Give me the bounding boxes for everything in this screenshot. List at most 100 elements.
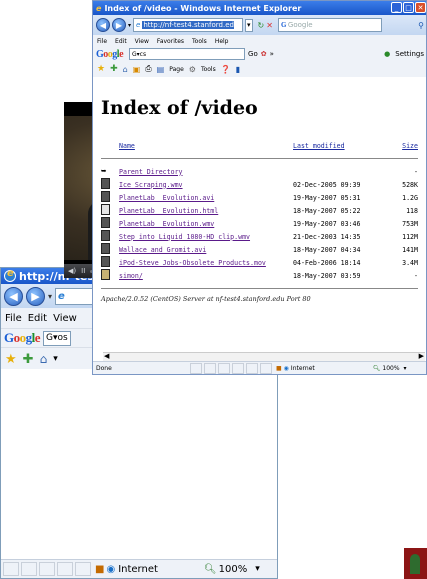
file-icon	[101, 243, 110, 254]
zoom-dropdown-icon[interactable]: ▾	[404, 365, 407, 372]
file-size: 753M	[402, 219, 418, 228]
settings-icon[interactable]: ●	[384, 50, 390, 58]
file-modified: 19-May-2007 03:46	[293, 219, 361, 228]
search-provider-icon: G	[280, 21, 286, 29]
menu-edit[interactable]: Edit	[115, 38, 127, 45]
menu-view[interactable]: View	[53, 313, 77, 324]
divider	[101, 288, 418, 289]
page-menu[interactable]: Page	[169, 66, 184, 73]
back-zoom-level[interactable]: 100%	[219, 564, 248, 575]
menu-tools[interactable]: Tools	[192, 38, 207, 45]
home-dropdown-icon[interactable]: ▾	[53, 354, 58, 364]
add-favorites-icon[interactable]: ✚	[110, 64, 118, 74]
menu-view[interactable]: View	[135, 38, 149, 45]
nav-dropdown-icon[interactable]: ▾	[48, 292, 52, 301]
menu-file[interactable]: File	[5, 313, 22, 324]
home-icon[interactable]: ⌂	[123, 65, 128, 74]
front-window-navbar: ◀ ▶ ▾ e http://nf-test4.stanford.edu/vid…	[93, 15, 426, 35]
address-dropdown-icon[interactable]: ▾	[245, 18, 253, 32]
add-favorites-icon[interactable]: ✚	[23, 352, 34, 367]
file-size: 1.2G	[402, 193, 418, 202]
front-window-titlebar[interactable]: e Index of /video - Windows Internet Exp…	[93, 1, 426, 15]
pause-button[interactable]: II	[81, 267, 85, 275]
forward-arrow-icon[interactable]: ▶	[112, 18, 126, 32]
search-go-icon[interactable]: ⚲	[418, 21, 424, 30]
zoom-icon[interactable]: 🔍︎	[204, 564, 217, 575]
help-icon[interactable]: ❓	[221, 65, 231, 74]
file-modified: 02-Dec-2005 09:39	[293, 180, 361, 189]
file-link[interactable]: Step_into_Liquid_1080-HD_clip.wmv	[119, 233, 250, 241]
maximize-button[interactable]: □	[403, 2, 414, 13]
directory-listing-page: Index of /video Name Last modified Size …	[93, 77, 426, 362]
favorites-star-icon[interactable]: ★	[97, 64, 105, 74]
forward-arrow-icon[interactable]: ▶	[26, 286, 45, 306]
close-button[interactable]: ✕	[415, 2, 426, 13]
zoom-dropdown-icon[interactable]: ▾	[255, 564, 260, 574]
google-tools-icon[interactable]: ✿	[261, 50, 267, 58]
file-link[interactable]: PlanetLab__Evolution.wmv	[119, 220, 214, 228]
column-modified-link[interactable]: Last modified	[293, 142, 345, 150]
print-icon[interactable]: ⎙	[145, 64, 151, 74]
front-browser-window: e Index of /video - Windows Internet Exp…	[92, 0, 427, 375]
back-arrow-icon[interactable]: ◀	[96, 18, 110, 32]
file-modified: 18-May-2007 03:59	[293, 271, 361, 280]
table-row: PlanetLab__Evolution.html 18-May-2007 05:…	[101, 204, 418, 217]
nav-dropdown-icon[interactable]: ▾	[128, 22, 131, 29]
file-icon	[101, 217, 110, 228]
front-google-search-box[interactable]: G▾cs	[129, 48, 246, 60]
scroll-right-icon[interactable]: ▶	[419, 352, 424, 360]
favorites-star-icon[interactable]: ★	[5, 352, 17, 367]
front-menu-bar: File Edit View Favorites Tools Help	[93, 35, 426, 47]
minimize-button[interactable]: _	[391, 2, 402, 13]
file-link[interactable]: simon/	[119, 272, 143, 280]
file-link[interactable]: iPod-Steve_Jobs-Obsolete_Products.mov	[119, 259, 266, 267]
home-icon[interactable]: ⌂	[40, 352, 48, 366]
file-table: Name Last modified Size ➥ Parent Director…	[101, 139, 418, 295]
settings-button[interactable]: Settings	[395, 50, 424, 58]
front-window-title: Index of /video - Windows Internet Explo…	[104, 3, 302, 13]
file-size: 141M	[402, 245, 418, 254]
toolbar-addon-icon[interactable]: ▮	[236, 65, 240, 74]
column-name-link[interactable]: Name	[119, 142, 135, 150]
table-row: Ice_Scraping.wmv 02-Dec-2005 09:39 528K	[101, 178, 418, 191]
address-text[interactable]: http://nf-test4.stanford.edu/video/	[142, 21, 235, 29]
file-modified: 19-May-2007 05:31	[293, 193, 361, 202]
table-row: PlanetLab__Evolution.wmv 19-May-2007 03:4…	[101, 217, 418, 230]
menu-favorites[interactable]: Favorites	[157, 38, 184, 45]
front-status-bar: Done ■ ◉ Internet 🔍︎ 100% ▾	[93, 361, 426, 374]
volume-icon[interactable]: ◀)	[68, 267, 76, 275]
popup-blocked-icon[interactable]: ■	[276, 365, 282, 372]
google-more-icon[interactable]: »	[270, 50, 274, 58]
menu-file[interactable]: File	[97, 38, 107, 45]
feeds-icon[interactable]: ▣	[133, 65, 141, 74]
menu-help[interactable]: Help	[215, 38, 229, 45]
file-icon	[101, 191, 110, 202]
file-link[interactable]: Wallace_and_Gromit.avi	[119, 246, 206, 254]
search-box[interactable]: G Google	[277, 18, 382, 32]
front-favorites-bar: ★ ✚ ⌂ ▣ ⎙ ▤ Page ⚙ Tools ❓ ▮	[93, 61, 426, 78]
file-link[interactable]: Ice_Scraping.wmv	[119, 181, 183, 189]
file-link[interactable]: PlanetLab__Evolution.html	[119, 207, 218, 215]
front-zoom-level[interactable]: 100%	[382, 365, 399, 372]
scroll-left-icon[interactable]: ◀	[104, 352, 109, 360]
column-size-link[interactable]: Size	[402, 142, 418, 150]
zoom-icon[interactable]: 🔍︎	[373, 365, 381, 372]
tools-menu[interactable]: Tools	[201, 66, 216, 73]
menu-edit[interactable]: Edit	[28, 313, 47, 324]
back-google-search-box[interactable]: G▾os	[43, 330, 71, 346]
file-link[interactable]: Parent Directory	[119, 168, 183, 176]
back-arrow-icon[interactable]: ◀	[4, 286, 23, 306]
stop-icon[interactable]: ✕	[266, 21, 273, 30]
file-link[interactable]: PlanetLab__Evolution.avi	[119, 194, 214, 202]
divider	[101, 158, 418, 159]
table-row: iPod-Steve_Jobs-Obsolete_Products.mov 04-…	[101, 256, 418, 269]
address-page-icon: e	[136, 21, 141, 29]
address-page-icon: e	[58, 290, 65, 302]
file-size: 3.4M	[402, 258, 418, 267]
google-go-button[interactable]: Go	[248, 50, 258, 58]
refresh-icon[interactable]: ↻	[258, 21, 265, 30]
file-icon	[101, 256, 110, 267]
front-address-bar[interactable]: e http://nf-test4.stanford.edu/video/	[133, 18, 244, 32]
tree-icon	[410, 554, 420, 574]
popup-blocked-icon[interactable]: ■	[95, 564, 104, 575]
